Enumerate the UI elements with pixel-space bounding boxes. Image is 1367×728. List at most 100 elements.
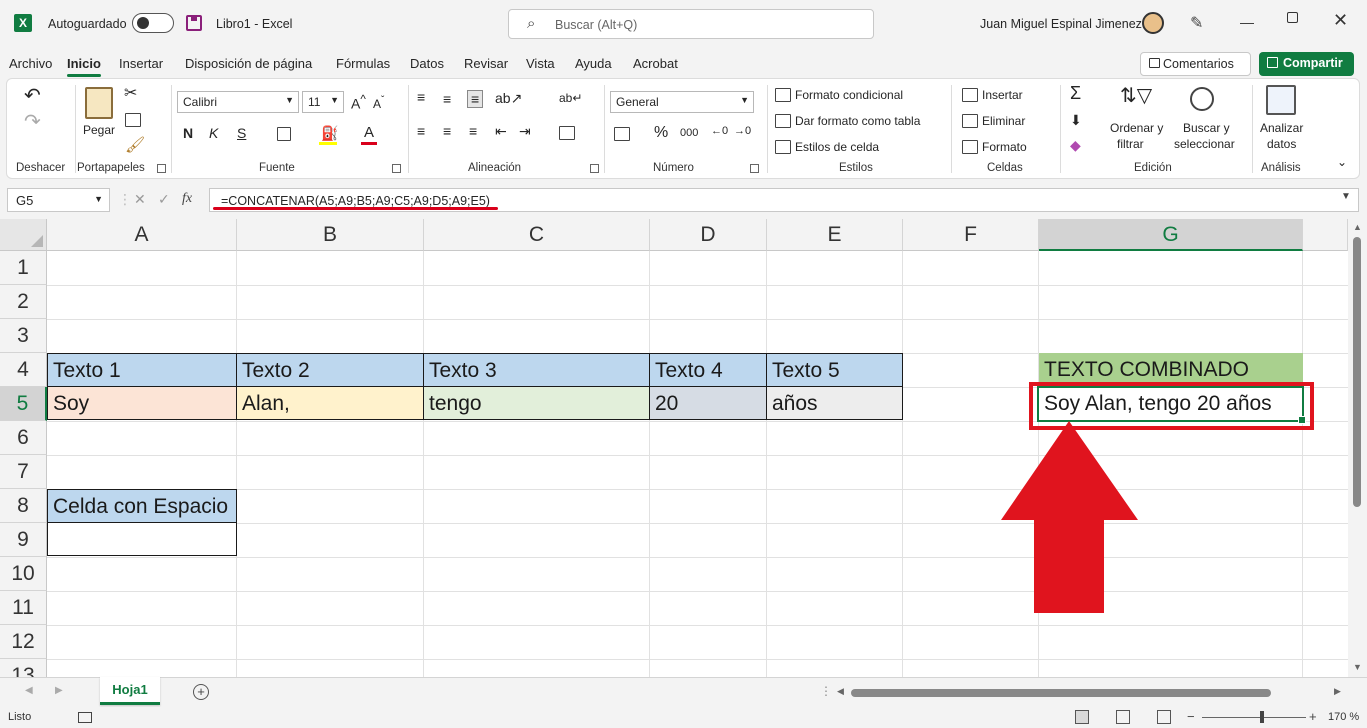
column-header-e[interactable]: E (767, 219, 903, 251)
increase-decimal-icon[interactable]: ←0 (711, 125, 728, 137)
sheet-prev-icon[interactable]: ◀ (25, 685, 33, 696)
row-header-12[interactable]: 12 (0, 625, 47, 659)
italic-button[interactable]: K (209, 125, 218, 141)
column-header-f[interactable]: F (903, 219, 1039, 251)
column-header-d[interactable]: D (650, 219, 767, 251)
page-break-view-icon[interactable] (1157, 710, 1171, 724)
scroll-right-icon[interactable]: ▶ (1334, 686, 1341, 697)
page-layout-view-icon[interactable] (1116, 710, 1130, 724)
save-icon[interactable] (186, 15, 202, 31)
column-header-c[interactable]: C (424, 219, 650, 251)
collapse-ribbon-icon[interactable]: ⌄ (1337, 155, 1347, 169)
select-all-button[interactable] (0, 219, 47, 251)
align-center-icon[interactable]: ≡ (443, 123, 451, 139)
normal-view-icon[interactable] (1075, 710, 1089, 724)
zoom-slider[interactable] (1202, 711, 1306, 723)
tab-splitter-icon[interactable]: ⋮ (820, 684, 832, 698)
row-header-4[interactable]: 4 (0, 353, 47, 387)
row-header-9[interactable]: 9 (0, 523, 47, 557)
row-header-11[interactable]: 11 (0, 591, 47, 625)
paste-button[interactable]: Pegar (83, 123, 115, 137)
thousands-button[interactable]: 000 (680, 127, 698, 139)
clipboard-launcher-icon[interactable] (157, 164, 166, 173)
paste-icon[interactable] (85, 87, 113, 119)
increase-indent-icon[interactable]: ⇥ (519, 123, 531, 140)
enter-icon[interactable]: ✓ (158, 191, 170, 208)
tab-inicio[interactable]: Inicio (67, 56, 101, 77)
row-header-2[interactable]: 2 (0, 285, 47, 319)
row-header-6[interactable]: 6 (0, 421, 47, 455)
conditional-format-button[interactable]: Formato condicional (795, 88, 903, 102)
worksheet-grid[interactable]: A B C D E F G 1 2 3 4 5 6 7 8 9 10 11 12… (0, 219, 1348, 677)
row-header-3[interactable]: 3 (0, 319, 47, 353)
tab-acrobat[interactable]: Acrobat (633, 56, 678, 71)
scissors-icon[interactable]: ✂ (124, 83, 137, 103)
close-icon[interactable]: ✕ (1333, 10, 1348, 31)
format-cells-button[interactable]: Formato (982, 140, 1027, 154)
name-box[interactable]: G5 ▼ (7, 188, 110, 212)
borders-icon[interactable] (277, 127, 291, 141)
cell-b4[interactable]: Texto 2 (236, 353, 424, 387)
avatar[interactable] (1142, 12, 1164, 34)
cell-d4[interactable]: Texto 4 (649, 353, 767, 387)
font-size-select[interactable]: 11 ▼ (302, 91, 344, 113)
cell-c5[interactable]: tengo (423, 386, 650, 420)
format-painter-icon[interactable]: 🖌 (125, 135, 145, 155)
redo-icon[interactable]: ↷ (24, 109, 41, 134)
tab-revisar[interactable]: Revisar (464, 56, 508, 71)
share-button[interactable]: Compartir (1259, 52, 1354, 76)
scroll-up-icon[interactable]: ▲ (1353, 222, 1362, 232)
row-header-10[interactable]: 10 (0, 557, 47, 591)
number-launcher-icon[interactable] (750, 164, 759, 173)
search-box[interactable]: ⌕ Buscar (Alt+Q) (508, 9, 874, 39)
cell-e5[interactable]: años (766, 386, 903, 420)
sort-filter-label-1[interactable]: Ordenar y (1110, 121, 1163, 135)
undo-icon[interactable]: ↶ (24, 83, 41, 108)
cell-a4[interactable]: Texto 1 (47, 353, 237, 387)
align-middle-icon[interactable]: ≡ (443, 91, 451, 107)
zoom-in-icon[interactable]: + (1309, 709, 1317, 724)
row-header-13[interactable]: 13 (0, 659, 47, 677)
align-left-icon[interactable]: ≡ (417, 123, 425, 139)
decrease-indent-icon[interactable]: ⇤ (495, 123, 507, 140)
autosum-icon[interactable]: Σ (1070, 83, 1081, 104)
analyze-label-1[interactable]: Analizar (1260, 121, 1303, 135)
tab-ayuda[interactable]: Ayuda (575, 56, 612, 71)
row-header-8[interactable]: 8 (0, 489, 47, 523)
cancel-icon[interactable]: ✕ (134, 191, 146, 208)
row-header-5[interactable]: 5 (0, 387, 47, 421)
sheet-tab-hoja1[interactable]: Hoja1 (100, 677, 160, 705)
cell-c4[interactable]: Texto 3 (423, 353, 650, 387)
sheet-next-icon[interactable]: ▶ (55, 685, 63, 696)
cell-d5[interactable]: 20 (649, 386, 767, 420)
fill-color-icon[interactable]: ⛽ (321, 125, 338, 142)
number-format-select[interactable]: General ▼ (610, 91, 754, 113)
bold-button[interactable]: N (183, 125, 193, 141)
grow-font-icon[interactable]: A^ (351, 93, 366, 112)
scroll-left-icon[interactable]: ◀ (837, 686, 844, 697)
currency-icon[interactable] (614, 127, 630, 141)
zoom-level[interactable]: 170 % (1328, 711, 1359, 723)
comments-button[interactable]: Comentarios (1140, 52, 1251, 76)
column-header-a[interactable]: A (47, 219, 237, 251)
merge-center-icon[interactable] (559, 126, 575, 140)
column-header-b[interactable]: B (237, 219, 424, 251)
format-as-table-button[interactable]: Dar formato como tabla (795, 114, 920, 128)
add-sheet-button[interactable]: + (193, 684, 209, 700)
tab-formulas[interactable]: Fórmulas (336, 56, 390, 71)
insert-function-button[interactable]: fx (182, 191, 192, 207)
cell-b5[interactable]: Alan, (236, 386, 424, 420)
vertical-scrollbar[interactable]: ▲ ▼ (1348, 219, 1367, 677)
column-header-g[interactable]: G (1039, 219, 1303, 251)
restore-icon[interactable] (1287, 12, 1298, 23)
find-select-label-2[interactable]: seleccionar (1174, 137, 1235, 151)
scroll-down-icon[interactable]: ▼ (1353, 662, 1362, 672)
minimize-icon[interactable]: — (1240, 14, 1254, 30)
analyze-label-2[interactable]: datos (1267, 137, 1296, 151)
row-header-7[interactable]: 7 (0, 455, 47, 489)
horizontal-scrollbar[interactable]: ◀ ▶ (837, 686, 1341, 697)
font-color-button[interactable]: A (364, 124, 374, 141)
alignment-launcher-icon[interactable] (590, 164, 599, 173)
cell-e4[interactable]: Texto 5 (766, 353, 903, 387)
align-bottom-icon[interactable]: ≡ (467, 90, 484, 108)
